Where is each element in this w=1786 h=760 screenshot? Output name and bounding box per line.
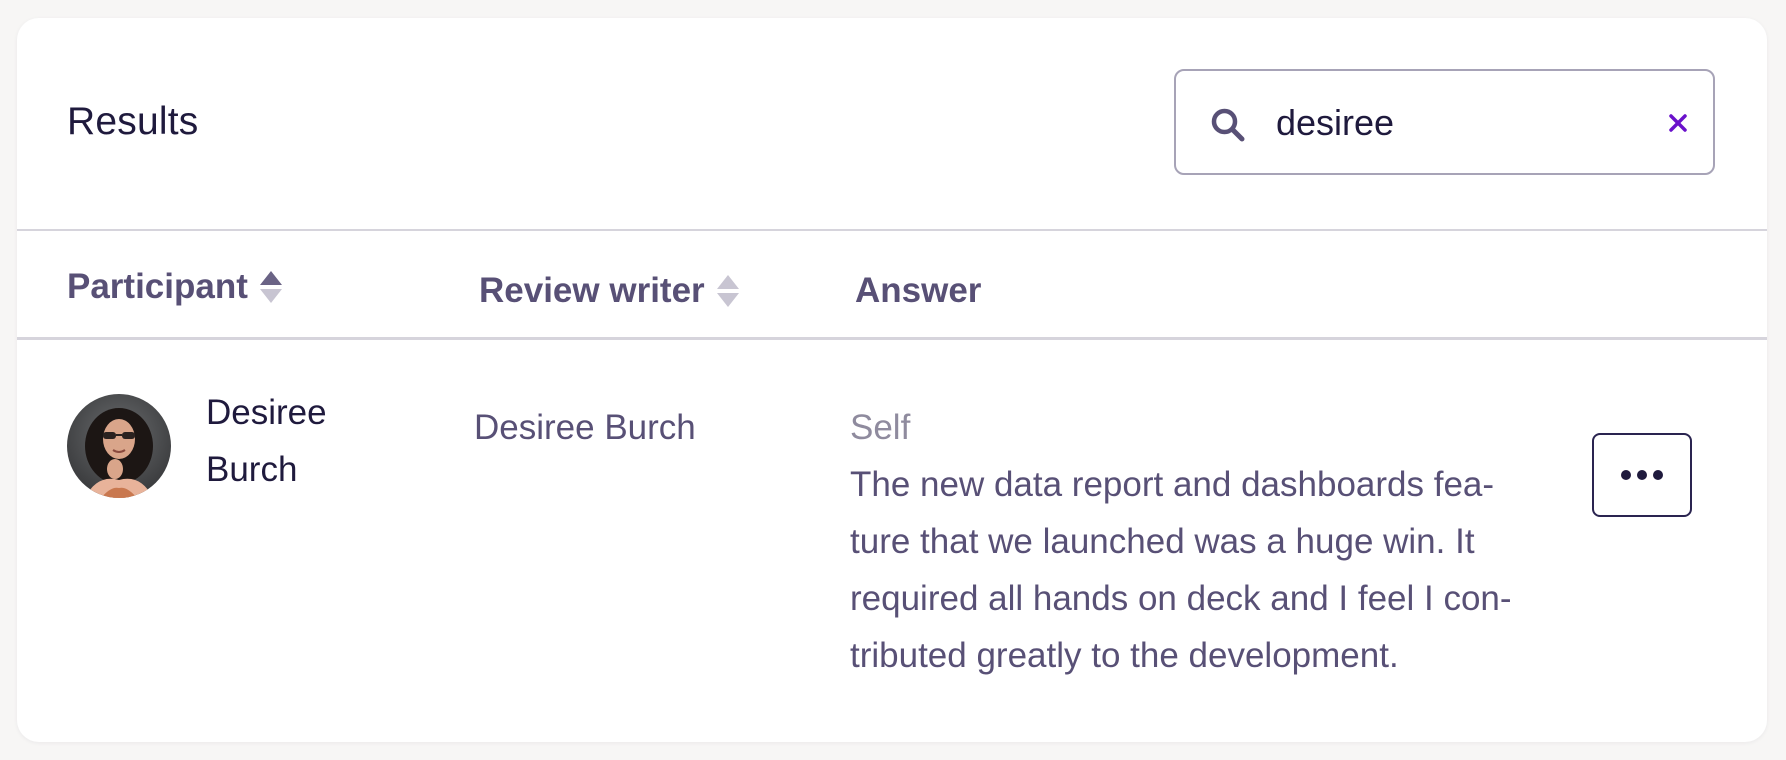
- page-title: Results: [67, 100, 199, 143]
- avatar-photo: [67, 394, 171, 498]
- column-header-label: Review writer: [479, 271, 705, 310]
- column-header-label: Participant: [67, 267, 248, 306]
- more-actions-button[interactable]: [1592, 433, 1692, 517]
- answer-text: The new data report and dashboards fea- …: [850, 465, 1512, 675]
- results-header: Results: [17, 18, 1767, 231]
- search-input[interactable]: [1276, 93, 1636, 153]
- search-icon: [1211, 108, 1245, 142]
- column-header-review-writer[interactable]: Review writer: [479, 271, 741, 311]
- search-box[interactable]: [1174, 69, 1715, 175]
- sort-ascending-icon: [259, 271, 282, 303]
- close-icon[interactable]: [1666, 111, 1690, 135]
- table-header: Participant Review writer Answer: [17, 231, 1767, 340]
- column-header-participant[interactable]: Participant: [67, 267, 284, 307]
- column-header-label: Answer: [855, 271, 982, 310]
- sort-icon: [716, 275, 739, 307]
- review-writer-name: Desiree Burch: [474, 408, 696, 447]
- participant-name[interactable]: Desiree Burch: [206, 384, 366, 498]
- table-row: Desiree Burch Desiree Burch Self The new…: [17, 340, 1767, 742]
- column-header-answer: Answer: [855, 271, 981, 311]
- more-horizontal-icon: [1621, 470, 1663, 480]
- answer-type: Self: [850, 408, 911, 447]
- avatar: [67, 394, 171, 498]
- results-card: Results Participant Review writer: [17, 18, 1767, 742]
